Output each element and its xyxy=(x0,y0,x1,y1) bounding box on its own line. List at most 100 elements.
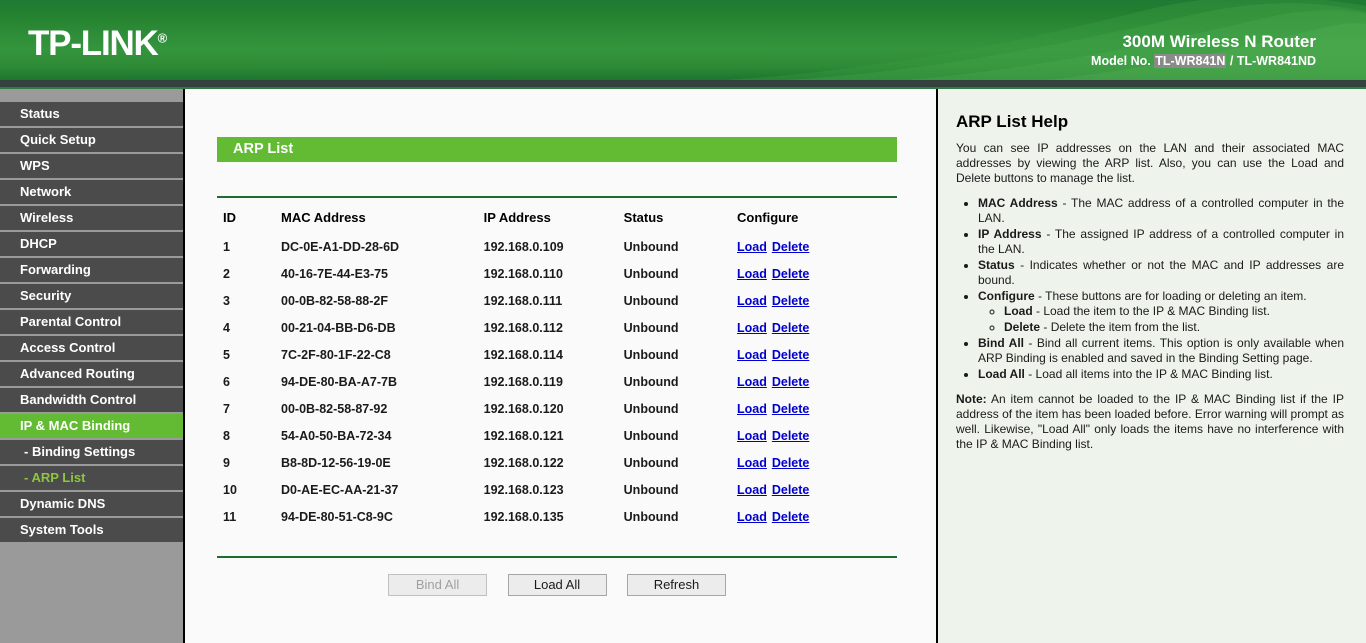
sidebar-item-status[interactable]: Status xyxy=(0,102,183,126)
action-button-row: Bind All Load All Refresh xyxy=(217,574,897,596)
cell-configure: Load Delete xyxy=(737,316,897,343)
load-link[interactable]: Load xyxy=(737,429,767,443)
load-link[interactable]: Load xyxy=(737,483,767,497)
delete-link[interactable]: Delete xyxy=(772,321,810,335)
cell-id: 8 xyxy=(217,424,281,451)
cell-id: 9 xyxy=(217,451,281,478)
delete-link[interactable]: Delete xyxy=(772,267,810,281)
table-header-row: ID MAC Address IP Address Status Configu… xyxy=(217,207,897,235)
registered-mark: ® xyxy=(158,30,168,45)
load-link[interactable]: Load xyxy=(737,321,767,335)
help-desc: - Load the item to the IP & MAC Binding … xyxy=(1033,304,1270,318)
help-panel: ARP List Help You can see IP addresses o… xyxy=(938,89,1366,643)
load-link[interactable]: Load xyxy=(737,456,767,470)
delete-link[interactable]: Delete xyxy=(772,348,810,362)
cell-id: 1 xyxy=(217,235,281,262)
delete-link[interactable]: Delete xyxy=(772,375,810,389)
cell-ip: 192.168.0.112 xyxy=(484,316,624,343)
table-row: 8 54-A0-50-BA-72-34 192.168.0.121 Unboun… xyxy=(217,424,897,451)
cell-ip: 192.168.0.119 xyxy=(484,370,624,397)
cell-id: 4 xyxy=(217,316,281,343)
column-header-mac-address: MAC Address xyxy=(281,207,484,235)
help-title: ARP List Help xyxy=(956,114,1344,129)
help-note-label: Note: xyxy=(956,392,987,406)
help-bullet-status: Status - Indicates whether or not the MA… xyxy=(978,258,1344,288)
load-link[interactable]: Load xyxy=(737,375,767,389)
logo-text: TP-LINK xyxy=(28,24,158,63)
cell-id: 6 xyxy=(217,370,281,397)
delete-link[interactable]: Delete xyxy=(772,456,810,470)
help-desc: - Indicates whether or not the MAC and I… xyxy=(978,258,1344,287)
sidebar-item-ip-mac-binding[interactable]: IP & MAC Binding xyxy=(0,414,183,438)
column-header-ip-address: IP Address xyxy=(484,207,624,235)
sidebar-item-advanced-routing[interactable]: Advanced Routing xyxy=(0,362,183,386)
sidebar-item-bandwidth-control[interactable]: Bandwidth Control xyxy=(0,388,183,412)
cell-ip: 192.168.0.114 xyxy=(484,343,624,370)
cell-mac: 54-A0-50-BA-72-34 xyxy=(281,424,484,451)
help-intro: You can see IP addresses on the LAN and … xyxy=(956,141,1344,186)
table-row: 10 D0-AE-EC-AA-21-37 192.168.0.123 Unbou… xyxy=(217,478,897,505)
sidebar-item-quick-setup[interactable]: Quick Setup xyxy=(0,128,183,152)
main-content: ARP List ID MAC Address IP Address Statu… xyxy=(185,89,938,643)
model-number-line: Model No. TL-WR841N / TL-WR841ND xyxy=(1091,53,1316,70)
delete-link[interactable]: Delete xyxy=(772,483,810,497)
sidebar-item-system-tools[interactable]: System Tools xyxy=(0,518,183,542)
sidebar-item-security[interactable]: Security xyxy=(0,284,183,308)
cell-id: 2 xyxy=(217,262,281,289)
sidebar-item-dhcp[interactable]: DHCP xyxy=(0,232,183,256)
load-link[interactable]: Load xyxy=(737,510,767,524)
sidebar-item-binding-settings[interactable]: - Binding Settings xyxy=(0,440,183,464)
delete-link[interactable]: Delete xyxy=(772,510,810,524)
delete-link[interactable]: Delete xyxy=(772,240,810,254)
help-term: Bind All xyxy=(978,336,1024,350)
table-row: 5 7C-2F-80-1F-22-C8 192.168.0.114 Unboun… xyxy=(217,343,897,370)
bind-all-button: Bind All xyxy=(388,574,487,596)
sidebar-item-wps[interactable]: WPS xyxy=(0,154,183,178)
load-link[interactable]: Load xyxy=(737,267,767,281)
help-term: Status xyxy=(978,258,1015,272)
delete-link[interactable]: Delete xyxy=(772,294,810,308)
sidebar-item-parental-control[interactable]: Parental Control xyxy=(0,310,183,334)
cell-mac: 94-DE-80-51-C8-9C xyxy=(281,505,484,532)
cell-status: Unbound xyxy=(624,289,737,316)
cell-configure: Load Delete xyxy=(737,451,897,478)
cell-configure: Load Delete xyxy=(737,289,897,316)
refresh-button[interactable]: Refresh xyxy=(627,574,726,596)
help-bullet-ip-address: IP Address - The assigned IP address of … xyxy=(978,227,1344,257)
arp-table-body: 1 DC-0E-A1-DD-28-6D 192.168.0.109 Unboun… xyxy=(217,235,897,532)
table-row: 9 B8-8D-12-56-19-0E 192.168.0.122 Unboun… xyxy=(217,451,897,478)
load-all-button[interactable]: Load All xyxy=(508,574,607,596)
sidebar-item-wireless[interactable]: Wireless xyxy=(0,206,183,230)
help-subbullet-delete: Delete - Delete the item from the list. xyxy=(1004,320,1344,335)
cell-mac: 40-16-7E-44-E3-75 xyxy=(281,262,484,289)
cell-status: Unbound xyxy=(624,343,737,370)
cell-mac: 94-DE-80-BA-A7-7B xyxy=(281,370,484,397)
load-link[interactable]: Load xyxy=(737,402,767,416)
cell-mac: 00-21-04-BB-D6-DB xyxy=(281,316,484,343)
load-link[interactable]: Load xyxy=(737,294,767,308)
sidebar-item-network[interactable]: Network xyxy=(0,180,183,204)
arp-table-head: ID MAC Address IP Address Status Configu… xyxy=(217,207,897,235)
delete-link[interactable]: Delete xyxy=(772,402,810,416)
model-number-prefix: Model No. xyxy=(1091,54,1151,68)
delete-link[interactable]: Delete xyxy=(772,429,810,443)
cell-ip: 192.168.0.121 xyxy=(484,424,624,451)
cell-configure: Load Delete xyxy=(737,235,897,262)
cell-status: Unbound xyxy=(624,478,737,505)
table-bottom-divider xyxy=(217,556,897,558)
help-desc: - These buttons are for loading or delet… xyxy=(1035,289,1307,303)
sidebar-item-forwarding[interactable]: Forwarding xyxy=(0,258,183,282)
load-link[interactable]: Load xyxy=(737,240,767,254)
cell-ip: 192.168.0.109 xyxy=(484,235,624,262)
sidebar-item-dynamic-dns[interactable]: Dynamic DNS xyxy=(0,492,183,516)
cell-status: Unbound xyxy=(624,424,737,451)
load-link[interactable]: Load xyxy=(737,348,767,362)
help-note: Note: An item cannot be loaded to the IP… xyxy=(956,392,1344,452)
help-term: IP Address xyxy=(978,227,1042,241)
cell-status: Unbound xyxy=(624,397,737,424)
arp-table: ID MAC Address IP Address Status Configu… xyxy=(217,207,897,532)
cell-status: Unbound xyxy=(624,316,737,343)
table-row: 1 DC-0E-A1-DD-28-6D 192.168.0.109 Unboun… xyxy=(217,235,897,262)
sidebar-item-access-control[interactable]: Access Control xyxy=(0,336,183,360)
sidebar-item-arp-list[interactable]: - ARP List xyxy=(0,466,183,490)
